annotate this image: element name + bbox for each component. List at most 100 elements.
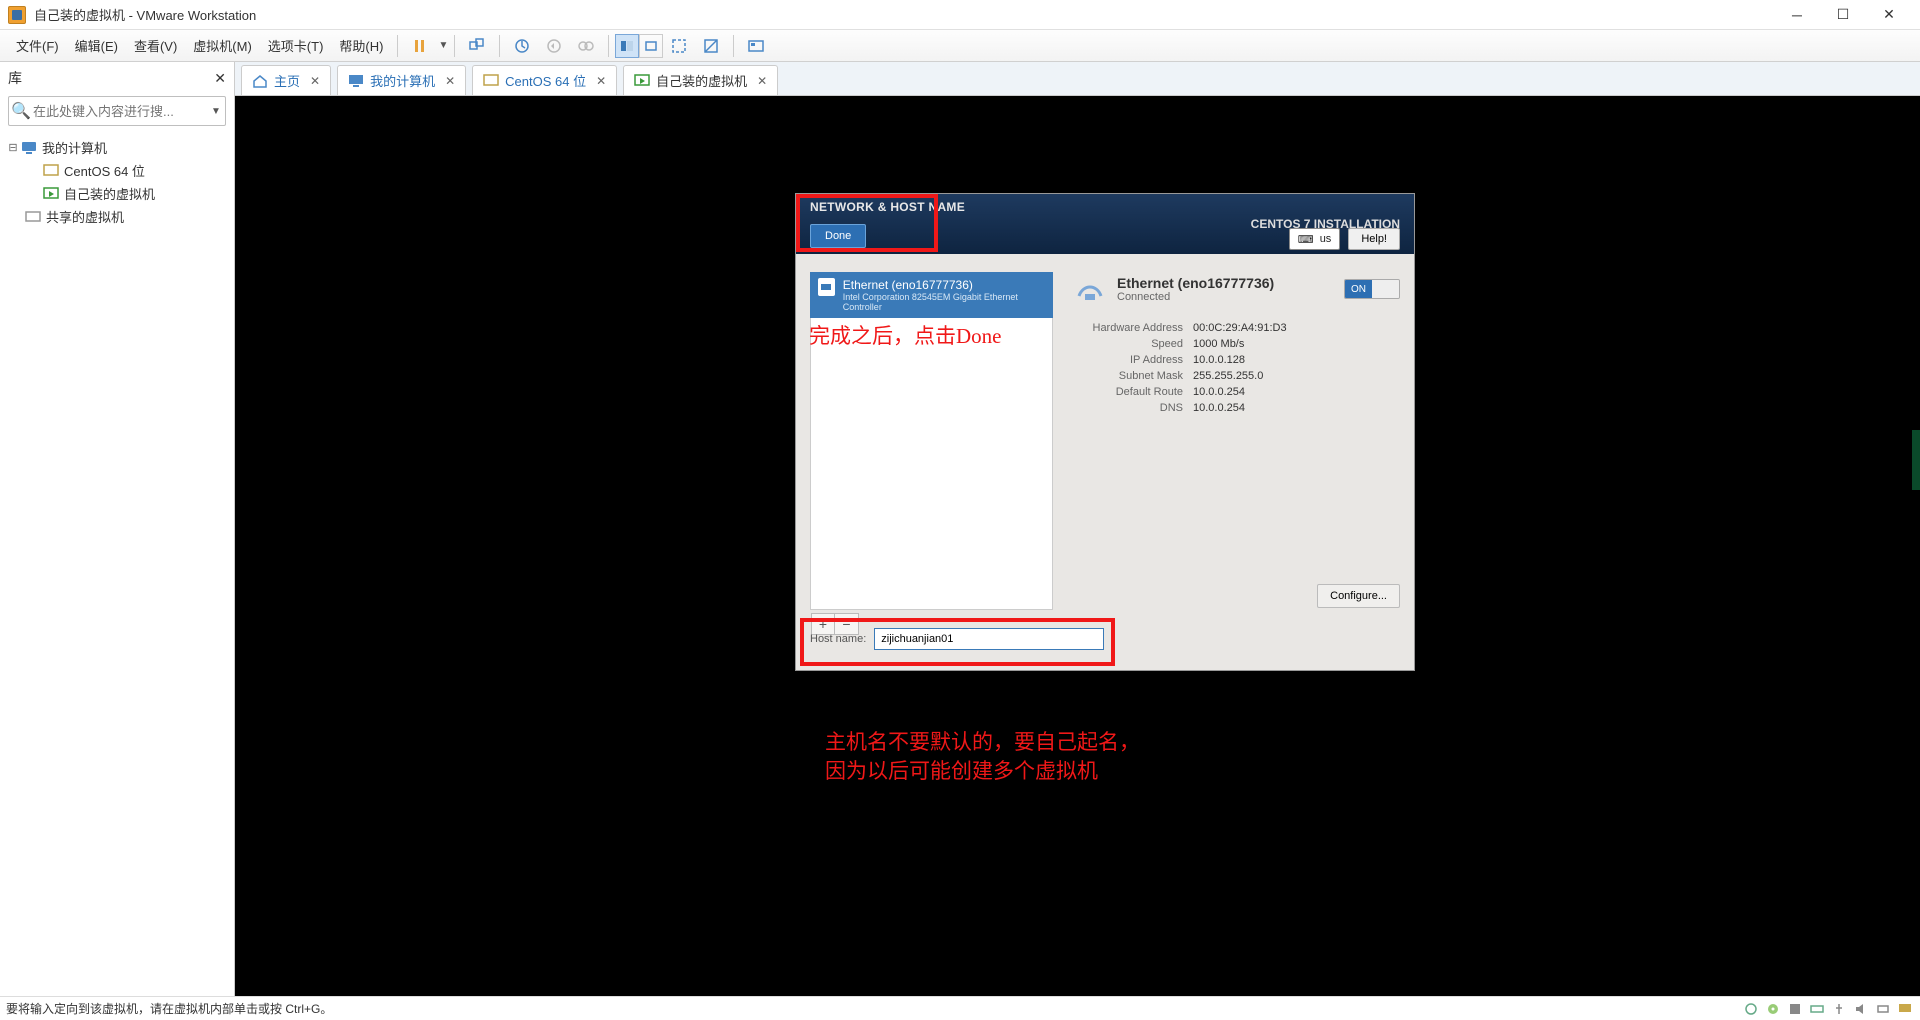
- vm-icon: [483, 73, 499, 89]
- keyboard-icon: ⌨: [1298, 233, 1314, 246]
- detail-key: Default Route: [1073, 386, 1183, 398]
- tab-label: 主页: [274, 71, 300, 90]
- sidebar-search[interactable]: 🔍 ▼: [8, 96, 226, 126]
- sidebar: 库 ✕ 🔍 ▼ ⊟ 我的计算机 CentOS 64 位 自己装的虚拟机: [0, 62, 235, 996]
- toggle-off-area: [1372, 280, 1399, 298]
- toolbar-manage-snapshot-button[interactable]: [572, 32, 600, 60]
- tree-label: CentOS 64 位: [64, 161, 145, 180]
- window-minimize-button[interactable]: ─: [1774, 0, 1820, 30]
- device-sound-icon[interactable]: [1852, 1001, 1870, 1017]
- detail-status: Connected: [1117, 291, 1274, 303]
- hostname-input[interactable]: [874, 628, 1104, 650]
- search-input[interactable]: [33, 104, 207, 119]
- network-detail-panel: Ethernet (eno16777736) Connected ON Hard…: [1073, 272, 1400, 610]
- annotation-line: 因为以后可能创建多个虚拟机: [825, 760, 1098, 783]
- tab-label: 我的计算机: [370, 71, 435, 90]
- device-cd-icon[interactable]: [1764, 1001, 1782, 1017]
- device-network-icon[interactable]: [1808, 1001, 1826, 1017]
- network-interface-item[interactable]: Ethernet (eno16777736) Intel Corporation…: [810, 272, 1053, 318]
- menu-view[interactable]: 查看(V): [126, 32, 185, 59]
- window-titlebar: 自己装的虚拟机 - VMware Workstation ─ ☐ ✕: [0, 0, 1920, 30]
- right-edge-handle[interactable]: [1912, 430, 1920, 490]
- sidebar-title: 库: [8, 68, 22, 88]
- home-icon: [252, 73, 268, 89]
- toolbar-unity-button[interactable]: [697, 32, 725, 60]
- detail-value: 1000 Mb/s: [1193, 338, 1400, 350]
- detail-key: IP Address: [1073, 354, 1183, 366]
- tree-label: 我的计算机: [42, 138, 107, 157]
- device-disk-icon[interactable]: [1742, 1001, 1760, 1017]
- toolbar-separator: [397, 35, 398, 57]
- vmware-logo-icon: [8, 6, 26, 24]
- menu-edit[interactable]: 编辑(E): [67, 32, 126, 59]
- detail-value: 00:0C:29:A4:91:D3: [1193, 322, 1400, 334]
- toolbar-view-mode[interactable]: [615, 34, 663, 58]
- tab-close-button[interactable]: ✕: [757, 74, 767, 88]
- detail-value: 10.0.0.254: [1193, 386, 1400, 398]
- vm-console[interactable]: NETWORK & HOST NAME Done CENTOS 7 INSTAL…: [235, 96, 1920, 996]
- ethernet-large-icon: [1073, 272, 1107, 306]
- monitor-icon: [348, 73, 364, 89]
- toolbar-pause-dropdown[interactable]: ▼: [438, 40, 448, 51]
- done-button[interactable]: Done: [810, 224, 866, 248]
- tree-label: 共享的虚拟机: [46, 207, 124, 226]
- device-printer-icon[interactable]: [1874, 1001, 1892, 1017]
- tabstrip: 主页 ✕ 我的计算机 ✕ CentOS 64 位 ✕ 自己装的虚拟机 ✕: [235, 62, 1920, 96]
- configure-button[interactable]: Configure...: [1317, 584, 1400, 608]
- tree-node-centos[interactable]: CentOS 64 位: [6, 159, 228, 182]
- vm-icon: [42, 163, 60, 179]
- centos-installer-window: NETWORK & HOST NAME Done CENTOS 7 INSTAL…: [796, 194, 1414, 670]
- toolbar-snapshot-button[interactable]: [508, 32, 536, 60]
- menu-file[interactable]: 文件(F): [8, 32, 67, 59]
- tab-custom-vm[interactable]: 自己装的虚拟机 ✕: [623, 65, 778, 95]
- search-dropdown[interactable]: ▼: [207, 106, 225, 117]
- tab-label: 自己装的虚拟机: [656, 71, 747, 90]
- window-close-button[interactable]: ✕: [1866, 0, 1912, 30]
- menu-help[interactable]: 帮助(H): [331, 32, 391, 59]
- tree-label: 自己装的虚拟机: [64, 184, 155, 203]
- menu-vm[interactable]: 虚拟机(M): [185, 32, 260, 59]
- toolbar-thumbnail-button[interactable]: [742, 32, 770, 60]
- detail-key: DNS: [1073, 402, 1183, 414]
- menu-tabs[interactable]: 选项卡(T): [260, 32, 332, 59]
- annotation-line: 主机名不要默认的，要自己起名，: [825, 731, 1140, 754]
- tree-node-shared[interactable]: 共享的虚拟机: [6, 205, 228, 228]
- detail-value: 10.0.0.128: [1193, 354, 1400, 366]
- status-text: 要将输入定向到该虚拟机，请在虚拟机内部单击或按 Ctrl+G。: [6, 1000, 332, 1017]
- detail-value: 255.255.255.0: [1193, 370, 1400, 382]
- tab-centos[interactable]: CentOS 64 位 ✕: [472, 65, 617, 95]
- device-display-icon[interactable]: [1896, 1001, 1914, 1017]
- toolbar-send-button[interactable]: [463, 32, 491, 60]
- annotation-text-done: 完成之后，点击Done: [809, 322, 1002, 351]
- detail-value: 10.0.0.254: [1193, 402, 1400, 414]
- toolbar-fullscreen-button[interactable]: [665, 32, 693, 60]
- window-maximize-button[interactable]: ☐: [1820, 0, 1866, 30]
- tab-home[interactable]: 主页 ✕: [241, 65, 331, 95]
- device-usb-icon[interactable]: [1830, 1001, 1848, 1017]
- sidebar-close-button[interactable]: ✕: [214, 70, 226, 87]
- ethernet-icon: [818, 278, 835, 296]
- workspace: 主页 ✕ 我的计算机 ✕ CentOS 64 位 ✕ 自己装的虚拟机 ✕: [235, 62, 1920, 996]
- tree-node-custom-vm[interactable]: 自己装的虚拟机: [6, 182, 228, 205]
- toolbar-revert-button[interactable]: [540, 32, 568, 60]
- device-floppy-icon[interactable]: [1786, 1001, 1804, 1017]
- keyboard-layout-label: us: [1320, 233, 1332, 245]
- help-button[interactable]: Help!: [1348, 228, 1400, 250]
- network-interface-list-empty: 完成之后，点击Done 主机名不要默认的，要自己起名， 因为以后可能创建多个虚拟…: [810, 318, 1053, 610]
- toolbar-pause-button[interactable]: [406, 32, 434, 60]
- detail-title: Ethernet (eno16777736): [1117, 275, 1274, 291]
- tab-label: CentOS 64 位: [505, 71, 586, 90]
- toolbar-separator: [608, 35, 609, 57]
- tab-close-button[interactable]: ✕: [596, 74, 606, 88]
- statusbar: 要将输入定向到该虚拟机，请在虚拟机内部单击或按 Ctrl+G。: [0, 996, 1920, 1020]
- tab-close-button[interactable]: ✕: [445, 74, 455, 88]
- menubar: 文件(F) 编辑(E) 查看(V) 虚拟机(M) 选项卡(T) 帮助(H) ▼: [0, 30, 1920, 62]
- keyboard-layout-selector[interactable]: ⌨ us: [1289, 228, 1341, 250]
- connection-toggle[interactable]: ON: [1344, 279, 1400, 299]
- tab-my-computer[interactable]: 我的计算机 ✕: [337, 65, 466, 95]
- toolbar-separator: [499, 35, 500, 57]
- detail-key: Speed: [1073, 338, 1183, 350]
- tab-close-button[interactable]: ✕: [310, 74, 320, 88]
- installer-title: NETWORK & HOST NAME: [810, 200, 965, 214]
- tree-node-my-computer[interactable]: ⊟ 我的计算机: [6, 136, 228, 159]
